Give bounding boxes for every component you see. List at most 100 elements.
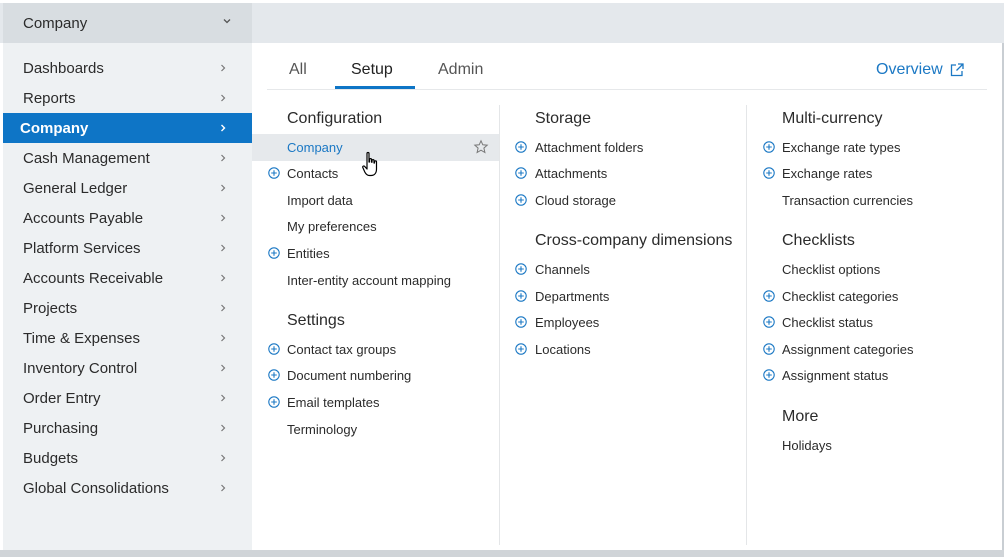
departments-link[interactable]: Departments: [535, 283, 609, 309]
assignment-categories-link[interactable]: Assignment categories: [782, 336, 914, 362]
entities-link[interactable]: Entities: [287, 240, 330, 266]
checklist-categories-link[interactable]: Checklist categories: [782, 283, 898, 309]
contacts-link[interactable]: Contacts: [287, 160, 338, 186]
overview-link-label: Overview: [876, 61, 943, 78]
star-outline-icon[interactable]: [473, 139, 489, 155]
checklist-status-link[interactable]: Checklist status: [782, 309, 873, 335]
plus-circle-icon[interactable]: [515, 194, 527, 206]
module-dropdown[interactable]: Company: [3, 3, 252, 43]
top-bar: Company: [0, 3, 1004, 43]
chevron-right-icon: [221, 454, 226, 462]
sidebar-item-inventory-control[interactable]: Inventory Control: [3, 353, 252, 383]
attachments-link[interactable]: Attachments: [535, 160, 607, 186]
sidebar-item-company[interactable]: Company: [3, 113, 252, 143]
sidebar-item-label: Reports: [23, 89, 76, 107]
checklist-options-link[interactable]: Checklist options: [782, 256, 880, 282]
holidays-link[interactable]: Holidays: [782, 432, 832, 458]
sidebar-item-label: Platform Services: [23, 239, 141, 257]
plus-circle-icon[interactable]: [515, 167, 527, 179]
hand-pointer-icon: [362, 151, 378, 177]
plus-circle-icon[interactable]: [268, 167, 280, 179]
plus-circle-icon[interactable]: [268, 247, 280, 259]
sidebar-item-general-ledger[interactable]: General Ledger: [3, 173, 252, 203]
sidebar-item-budgets[interactable]: Budgets: [3, 443, 252, 473]
tab-setup[interactable]: Setup: [351, 61, 393, 79]
overview-link[interactable]: Overview: [876, 61, 965, 79]
plus-circle-icon[interactable]: [763, 290, 775, 302]
tab-all[interactable]: All: [289, 61, 307, 79]
column-divider: [499, 105, 500, 545]
exchange-rates-link[interactable]: Exchange rates: [782, 160, 872, 186]
sidebar-item-accounts-receivable[interactable]: Accounts Receivable: [3, 263, 252, 293]
sidebar-item-cash-management[interactable]: Cash Management: [3, 143, 252, 173]
external-link-icon: [950, 63, 964, 77]
cross-company-dimensions-heading: Cross-company dimensions: [535, 232, 733, 249]
company-link[interactable]: Company: [287, 134, 343, 160]
chevron-right-icon: [221, 154, 226, 162]
document-numbering-link[interactable]: Document numbering: [287, 362, 411, 388]
setup-panel: All Setup Admin Overview Configuration C…: [252, 43, 1004, 550]
column-divider: [746, 105, 747, 545]
sidebar-item-purchasing[interactable]: Purchasing: [3, 413, 252, 443]
locations-link[interactable]: Locations: [535, 336, 591, 362]
sidebar-item-accounts-payable[interactable]: Accounts Payable: [3, 203, 252, 233]
chevron-right-icon: [221, 124, 226, 132]
sidebar-item-label: Global Consolidations: [23, 479, 169, 497]
plus-circle-icon[interactable]: [763, 316, 775, 328]
email-templates-link[interactable]: Email templates: [287, 389, 379, 415]
sidebar-item-label: Accounts Payable: [23, 209, 144, 227]
plus-circle-icon[interactable]: [515, 141, 527, 153]
plus-circle-icon[interactable]: [268, 369, 280, 381]
employees-link[interactable]: Employees: [535, 309, 599, 335]
chevron-right-icon: [221, 274, 226, 282]
inter-entity-mapping-link[interactable]: Inter-entity account mapping: [287, 267, 451, 293]
module-dropdown-label: Company: [23, 14, 88, 32]
plus-circle-icon[interactable]: [268, 396, 280, 408]
attachment-folders-link[interactable]: Attachment folders: [535, 134, 643, 160]
chevron-down-icon: [223, 19, 231, 24]
chevron-right-icon: [221, 64, 226, 72]
cloud-storage-link[interactable]: Cloud storage: [535, 187, 616, 213]
tabs-divider: [267, 89, 987, 90]
sidebar-item-label: Projects: [23, 299, 78, 317]
assignment-status-link[interactable]: Assignment status: [782, 362, 888, 388]
plus-circle-icon[interactable]: [763, 167, 775, 179]
chevron-right-icon: [221, 484, 226, 492]
import-data-link[interactable]: Import data: [287, 187, 353, 213]
sidebar-item-label: Inventory Control: [23, 359, 138, 377]
more-heading: More: [782, 408, 819, 425]
sidebar-item-dashboards[interactable]: Dashboards: [3, 53, 252, 83]
sidebar-item-platform-services[interactable]: Platform Services: [3, 233, 252, 263]
plus-circle-icon[interactable]: [268, 343, 280, 355]
sidebar-item-label: Dashboards: [23, 59, 104, 77]
sidebar-item-global-consolidations[interactable]: Global Consolidations: [3, 473, 252, 503]
sidebar-item-time-expenses[interactable]: Time & Expenses: [3, 323, 252, 353]
multi-currency-heading: Multi-currency: [782, 110, 883, 127]
chevron-right-icon: [221, 94, 226, 102]
exchange-rate-types-link[interactable]: Exchange rate types: [782, 134, 901, 160]
my-preferences-link[interactable]: My preferences: [287, 213, 377, 239]
sidebar-item-label: Company: [20, 119, 89, 137]
plus-circle-icon[interactable]: [515, 343, 527, 355]
channels-link[interactable]: Channels: [535, 256, 590, 282]
chevron-right-icon: [221, 424, 226, 432]
plus-circle-icon[interactable]: [763, 141, 775, 153]
storage-heading: Storage: [535, 110, 592, 127]
sidebar-item-label: Purchasing: [23, 419, 99, 437]
chevron-right-icon: [221, 214, 226, 222]
plus-circle-icon[interactable]: [763, 369, 775, 381]
plus-circle-icon[interactable]: [515, 316, 527, 328]
sidebar-item-label: Budgets: [23, 449, 79, 467]
sidebar-item-order-entry[interactable]: Order Entry: [3, 383, 252, 413]
sidebar-item-reports[interactable]: Reports: [3, 83, 252, 113]
terminology-link[interactable]: Terminology: [287, 416, 357, 442]
contact-tax-groups-link[interactable]: Contact tax groups: [287, 336, 396, 362]
plus-circle-icon[interactable]: [515, 290, 527, 302]
transaction-currencies-link[interactable]: Transaction currencies: [782, 187, 913, 213]
plus-circle-icon[interactable]: [515, 263, 527, 275]
sidebar-item-label: Cash Management: [23, 149, 150, 167]
sidebar-item-projects[interactable]: Projects: [3, 293, 252, 323]
sidebar-item-label: General Ledger: [23, 179, 128, 197]
plus-circle-icon[interactable]: [763, 343, 775, 355]
tab-admin[interactable]: Admin: [438, 61, 483, 79]
